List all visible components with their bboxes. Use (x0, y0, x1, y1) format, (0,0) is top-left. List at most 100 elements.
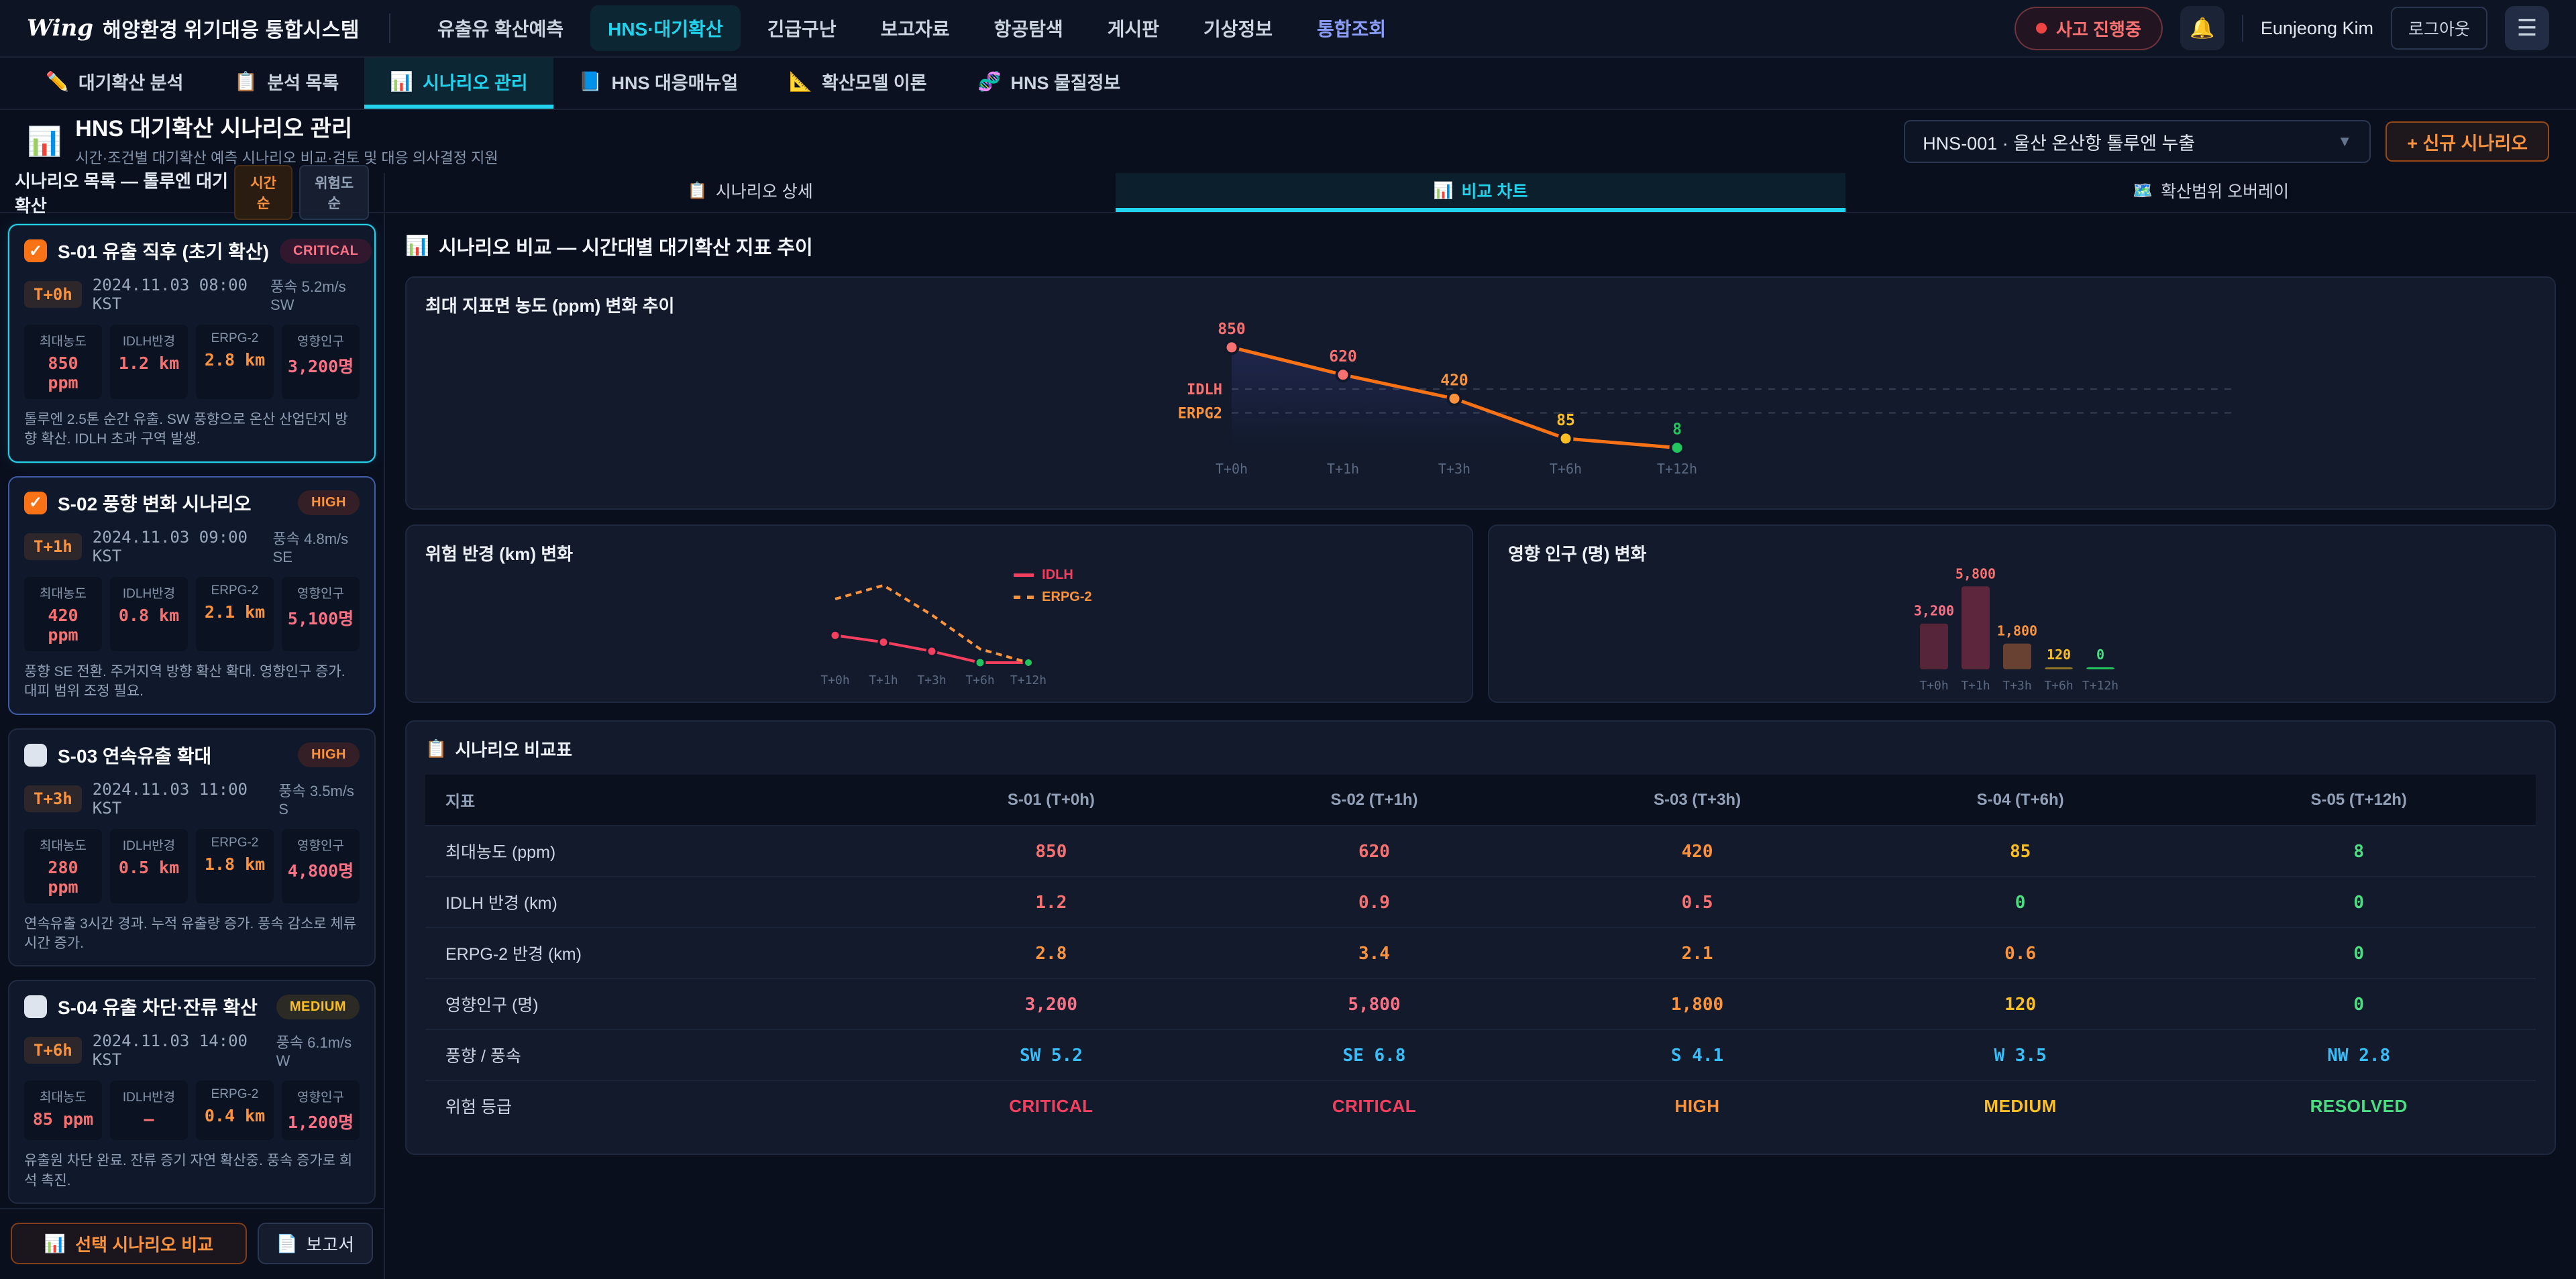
svg-text:T+0h: T+0h (1216, 461, 1248, 477)
scenario-card-2[interactable]: S-03 연속유출 확대HIGHT+3h2024.11.03 11:00 KST… (8, 728, 376, 967)
chart-icon: 📊 (405, 235, 429, 258)
subtab-label: HNS 대응매뉴얼 (611, 68, 738, 95)
view-tab-0[interactable]: 📋시나리오 상세 (385, 173, 1116, 212)
sidebar-footer: 📊 선택 시나리오 비교 📄 보고서 (0, 1208, 384, 1279)
subtab-5[interactable]: 🧬HNS 물질정보 (953, 58, 1146, 109)
main-panel: 📋시나리오 상세📊비교 차트🗺️확산범위 오버레이 📊 시나리오 비교 — 시간… (385, 173, 2576, 1279)
scenario-checkbox[interactable]: ✓ (24, 492, 47, 514)
view-tabs: 📋시나리오 상세📊비교 차트🗺️확산범위 오버레이 (385, 173, 2576, 213)
table-cell: HIGH (1536, 1080, 1859, 1131)
subtab-0[interactable]: ✏️대기확산 분석 (20, 58, 209, 109)
view-tab-2[interactable]: 🗺️확산범위 오버레이 (1845, 173, 2576, 212)
svg-text:T+6h: T+6h (965, 673, 994, 687)
radius-chart-title: 위험 반경 (km) 변화 (425, 541, 1453, 565)
sort-button-1[interactable]: 위험도순 (299, 165, 369, 220)
table-cell: 2.1 (1536, 928, 1859, 979)
row-label: 영향인구 (명) (425, 979, 890, 1030)
legend-label: IDLH (1042, 567, 1073, 583)
logo-icon: Wing (27, 15, 93, 42)
scenario-title: S-02 풍향 변화 시나리오 (58, 490, 252, 516)
svg-text:T+0h: T+0h (820, 673, 849, 687)
subtab-3[interactable]: 📘HNS 대응매뉴얼 (553, 58, 764, 109)
metric-box: 영향인구 3,200명 (282, 325, 360, 399)
system-title: 해양환경 위기대응 통합시스템 (103, 13, 360, 43)
svg-text:T+3h: T+3h (917, 673, 946, 687)
scenario-sidebar: 시나리오 목록 — 톨루엔 대기확산 시간순위험도순 ✓S-01 유출 직후 (… (0, 173, 385, 1279)
table-header-cell-0: 지표 (425, 775, 890, 826)
risk-badge: HIGH (298, 490, 360, 515)
metric-box: IDLH반경1.2 km (110, 325, 188, 399)
subtab-icon-4: 📐 (789, 70, 812, 93)
divider (389, 13, 390, 43)
row-label: IDLH 반경 (km) (425, 877, 890, 928)
card-time-row: T+0h2024.11.03 08:00 KST풍속 5.2m/s SW (24, 275, 360, 314)
nav-item-7[interactable]: 통합조회 (1299, 5, 1403, 51)
scenario-checkbox[interactable]: ✓ (24, 239, 47, 262)
table-header-cell-2: S-02 (T+1h) (1213, 775, 1536, 826)
bell-icon: 🔔 (2190, 17, 2214, 40)
nav-item-0[interactable]: 유출유 확산예측 (420, 5, 581, 51)
scenario-card-1[interactable]: ✓S-02 풍향 변화 시나리오HIGHT+1h2024.11.03 09:00… (8, 476, 376, 715)
metrics-grid: 최대농도850 ppmIDLH반경1.2 kmERPG-22.8 km영향인구3… (24, 325, 360, 399)
table-cell: SW 5.2 (890, 1030, 1213, 1080)
table-row-3: 영향인구 (명)3,2005,8001,8001200 (425, 979, 2536, 1030)
sort-button-0[interactable]: 시간순 (234, 165, 293, 220)
page-title-block: HNS 대기확산 시나리오 관리 시간·조건별 대기확산 예측 시나리오 비교·… (75, 115, 498, 168)
logout-button[interactable]: 로그아웃 (2391, 7, 2487, 50)
incident-select[interactable]: HNS-001 · 울산 온산항 톨루엔 누출 ▼ (1904, 120, 2371, 163)
notifications-button[interactable]: 🔔 (2180, 6, 2224, 50)
view-tab-label: 비교 차트 (1461, 178, 1527, 203)
svg-text:T+12h: T+12h (1657, 461, 1697, 477)
metric-box: 영향인구5,100명 (282, 577, 360, 651)
radius-chart-legend: IDLHERPG-2 (1014, 567, 1091, 605)
status-dot-icon (2036, 23, 2047, 34)
subtab-2[interactable]: 📊시나리오 관리 (364, 58, 553, 109)
population-chart-title: 영향 인구 (명) 변화 (1508, 541, 2536, 565)
compare-scenarios-button[interactable]: 📊 선택 시나리오 비교 (11, 1223, 247, 1264)
table-cell: 120 (1859, 979, 2182, 1030)
hamburger-menu-button[interactable]: ☰ (2505, 6, 2549, 50)
metric-box: 최대농도85 ppm (24, 1080, 102, 1140)
compare-scenarios-label: 선택 시나리오 비교 (75, 1231, 213, 1256)
nav-item-3[interactable]: 보고자료 (863, 5, 967, 51)
card-header-row: ✓S-01 유출 직후 (초기 확산)CRITICAL (24, 237, 360, 264)
metric-value: 280 ppm (28, 858, 98, 897)
comparison-table: 지표S-01 (T+0h)S-02 (T+1h)S-03 (T+3h)S-04 … (425, 775, 2536, 1131)
nav-item-2[interactable]: 긴급구난 (750, 5, 854, 51)
svg-text:T+6h: T+6h (1550, 461, 1582, 477)
scenario-card-3[interactable]: S-04 유출 차단·잔류 확산MEDIUMT+6h2024.11.03 14:… (8, 980, 376, 1204)
wind-info: 풍속 5.2m/s SW (270, 275, 360, 314)
svg-text:T+1h: T+1h (869, 673, 898, 687)
scenario-checkbox[interactable] (24, 744, 47, 767)
metric-box: ERPG-20.4 km (196, 1080, 274, 1140)
metric-label: 영향인구 (286, 331, 356, 349)
scenario-card-0[interactable]: ✓S-01 유출 직후 (초기 확산)CRITICAL T+0h2024.11.0… (8, 224, 376, 463)
radius-chart-panel: 위험 반경 (km) 변화 T+0hT+1hT+3hT+6hT+12h IDLH… (405, 524, 1473, 703)
view-tab-1[interactable]: 📊비교 차트 (1116, 173, 1846, 212)
metric-value: – (114, 1109, 184, 1129)
row-label: 최대농도 (ppm) (425, 826, 890, 877)
metric-value: 3,200명 (286, 353, 356, 378)
time-offset-chip: T+0h (24, 281, 82, 308)
new-scenario-button[interactable]: + 신규 시나리오 (2385, 121, 2549, 162)
report-button[interactable]: 📄 보고서 (258, 1223, 373, 1264)
comparison-table-panel: 📋 시나리오 비교표 지표S-01 (T+0h)S-02 (T+1h)S-03 … (405, 720, 2556, 1155)
view-tab-label: 시나리오 상세 (716, 178, 813, 203)
scenario-title: S-03 연속유출 확대 (58, 742, 211, 769)
subtab-4[interactable]: 📐확산모델 이론 (763, 58, 952, 109)
subtab-1[interactable]: 📋분석 목록 (209, 58, 364, 109)
metric-value: 420 ppm (28, 606, 98, 645)
nav-item-5[interactable]: 게시판 (1090, 5, 1177, 51)
svg-text:T+12h: T+12h (2082, 679, 2118, 693)
nav-item-1[interactable]: HNS·대기확산 (590, 5, 740, 51)
scenario-description: 톨루엔 2.5톤 순간 유출. SW 풍향으로 온산 산업단지 방향 확산. I… (24, 410, 360, 449)
nav-item-6[interactable]: 기상정보 (1186, 5, 1290, 51)
subtab-icon-0: ✏️ (46, 70, 69, 93)
scenario-checkbox[interactable] (24, 995, 47, 1018)
metric-label: ERPG-2 (200, 836, 270, 850)
svg-text:85: 85 (1556, 412, 1575, 429)
nav-item-4[interactable]: 항공탐색 (977, 5, 1081, 51)
metric-value: 85 ppm (28, 1109, 98, 1129)
page-header: 📊 HNS 대기확산 시나리오 관리 시간·조건별 대기확산 예측 시나리오 비… (0, 110, 2576, 173)
table-cell: 0 (1859, 877, 2182, 928)
